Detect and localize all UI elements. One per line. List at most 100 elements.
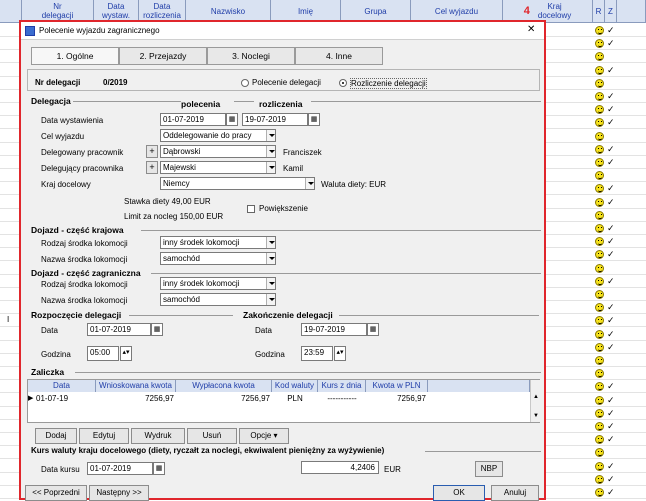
rozpoczecie-godzina-field[interactable]: 05:00: [87, 346, 119, 361]
radio-polecenie[interactable]: [241, 79, 249, 87]
status-smiley-icon: [595, 105, 604, 115]
scroll-up-icon[interactable]: ▲: [533, 394, 539, 400]
chevron-down-icon[interactable]: [266, 146, 275, 157]
section-kurs: Kurs waluty kraju docelowego (diety, ryc…: [31, 446, 385, 455]
godzina-label: Godzina: [41, 350, 71, 359]
chevron-down-icon[interactable]: [266, 237, 275, 248]
tab-przejazdy[interactable]: 2. Przejazdy: [119, 47, 207, 65]
delegujacy-select[interactable]: Majewski: [160, 161, 276, 174]
rodzaj-krajowy-select[interactable]: inny środek lokomocji: [160, 236, 276, 249]
add-employee-button[interactable]: +: [146, 145, 158, 158]
cell-kurs: -----------: [327, 394, 357, 403]
calendar-icon[interactable]: ▦: [153, 462, 165, 475]
chevron-down-icon[interactable]: [266, 253, 275, 264]
check-icon: ✓: [607, 381, 615, 392]
check-icon: ✓: [607, 421, 615, 431]
check-icon: ✓: [607, 91, 615, 101]
divider: [129, 315, 233, 316]
cell-kod-waluty: PLN: [287, 394, 303, 403]
ok-button[interactable]: OK: [433, 485, 485, 501]
tab-inne[interactable]: 4. Inne: [295, 47, 383, 65]
kraj-select[interactable]: Niemcy: [160, 177, 315, 190]
window-icon: [25, 26, 35, 36]
delegowany-label: Delegowany pracownik: [41, 148, 124, 157]
opcje-button[interactable]: Opcje ▾: [239, 428, 289, 444]
col-kurs[interactable]: Kurs z dnia: [318, 380, 366, 392]
tab-ogolne[interactable]: 1. Ogólne: [31, 47, 119, 65]
data-rozliczenia-field[interactable]: 19-07-2019: [242, 113, 308, 126]
chevron-down-icon[interactable]: [266, 294, 275, 305]
col-kod-waluty[interactable]: Kod waluty: [272, 380, 318, 392]
table-scrollbar[interactable]: ▲ ▼: [530, 380, 540, 422]
nazwa-zagraniczny-select[interactable]: samochód: [160, 293, 276, 306]
section-delegacja: Delegacja: [31, 96, 71, 106]
usun-button[interactable]: Usuń: [187, 428, 237, 444]
check-icon: ✓: [607, 104, 615, 115]
data-kursu-field[interactable]: 01-07-2019: [87, 462, 153, 475]
zakonczenie-data-field[interactable]: 19-07-2019: [301, 323, 367, 336]
status-smiley-icon: [595, 316, 604, 326]
chevron-down-icon[interactable]: [305, 178, 314, 189]
check-icon: ✓: [607, 394, 615, 405]
tab-label: 2. Przejazdy: [139, 51, 187, 61]
wydruk-button[interactable]: Wydruk: [131, 428, 185, 444]
tab-noclegi[interactable]: 3. Noclegi: [207, 47, 295, 65]
dodaj-button[interactable]: Dodaj: [35, 428, 77, 444]
col-r[interactable]: R: [593, 0, 605, 23]
calendar-icon[interactable]: ▦: [308, 113, 320, 126]
divider: [151, 273, 541, 274]
col-kwota-pln[interactable]: Kwota w PLN: [366, 380, 428, 392]
data-polecenia-field[interactable]: 01-07-2019: [160, 113, 226, 126]
col-z[interactable]: Z: [605, 0, 617, 23]
prev-button[interactable]: << Poprzedni: [25, 485, 87, 501]
godzina-label: Godzina: [255, 350, 285, 359]
col-label: Z: [608, 6, 613, 16]
row-pointer-icon: ▶: [28, 395, 34, 402]
section-zakonczenie: Zakończenie delegacji: [243, 310, 333, 320]
check-icon: ✓: [607, 157, 615, 167]
powiekszenie-checkbox[interactable]: [247, 205, 255, 213]
chevron-down-icon[interactable]: [266, 130, 275, 141]
add-employee-button[interactable]: +: [146, 161, 158, 174]
close-icon[interactable]: ✕: [527, 24, 535, 35]
delegowany-value: Dąbrowski: [163, 147, 201, 156]
chevron-down-icon[interactable]: [266, 162, 275, 173]
col-data[interactable]: Data: [28, 380, 96, 392]
cel-select[interactable]: Oddelegowanie do pracy: [160, 129, 276, 142]
nazwa-krajowy-select[interactable]: samochód: [160, 252, 276, 265]
status-smiley-icon: [595, 290, 604, 299]
col-wyplacona[interactable]: Wypłacona kwota: [176, 380, 272, 392]
delegowany-select[interactable]: Dąbrowski: [160, 145, 276, 158]
cell-wyplacona: 7256,97: [241, 394, 270, 403]
check-icon: ✓: [607, 460, 615, 471]
scroll-down-icon[interactable]: ▼: [533, 413, 539, 419]
cancel-button[interactable]: Anuluj: [491, 485, 539, 501]
check-icon: ✓: [607, 328, 615, 339]
status-smiley-icon: [595, 263, 604, 273]
rodzaj-zagraniczny-select[interactable]: inny środek lokomocji: [160, 277, 276, 290]
status-smiley-icon: [595, 395, 604, 405]
status-smiley-icon: [595, 65, 604, 75]
col-wnioskowana[interactable]: Wnioskowana kwota: [96, 380, 176, 392]
nbp-button[interactable]: NBP: [475, 461, 503, 477]
chevron-down-icon[interactable]: [266, 278, 275, 289]
calendar-icon[interactable]: ▦: [151, 323, 163, 336]
dialog-title: Polecenie wyjazdu zagranicznego: [39, 26, 160, 35]
zakonczenie-godzina-field[interactable]: 23:59: [301, 346, 333, 361]
radio-rozliczenie[interactable]: [339, 79, 347, 87]
rodzaj-value: inny środek lokomocji: [163, 279, 240, 288]
kurs-value-field[interactable]: 4,2406: [301, 461, 379, 474]
status-smiley-icon: [595, 158, 604, 167]
rozpoczecie-data-field[interactable]: 01-07-2019: [87, 323, 151, 336]
rodzaj-label: Rodzaj środka lokomocji: [41, 239, 128, 248]
next-button[interactable]: Następny >>: [89, 485, 149, 501]
check-icon: ✓: [607, 341, 615, 352]
calendar-icon[interactable]: ▦: [226, 113, 238, 126]
time-spinner-icon[interactable]: ▴▾: [120, 346, 132, 361]
edytuj-button[interactable]: Edytuj: [79, 428, 129, 444]
calendar-icon[interactable]: ▦: [367, 323, 379, 336]
time-spinner-icon[interactable]: ▴▾: [334, 346, 346, 361]
check-icon: ✓: [607, 473, 615, 484]
status-smiley-icon: [595, 210, 604, 220]
col-label: Data rozliczenia: [143, 2, 181, 20]
